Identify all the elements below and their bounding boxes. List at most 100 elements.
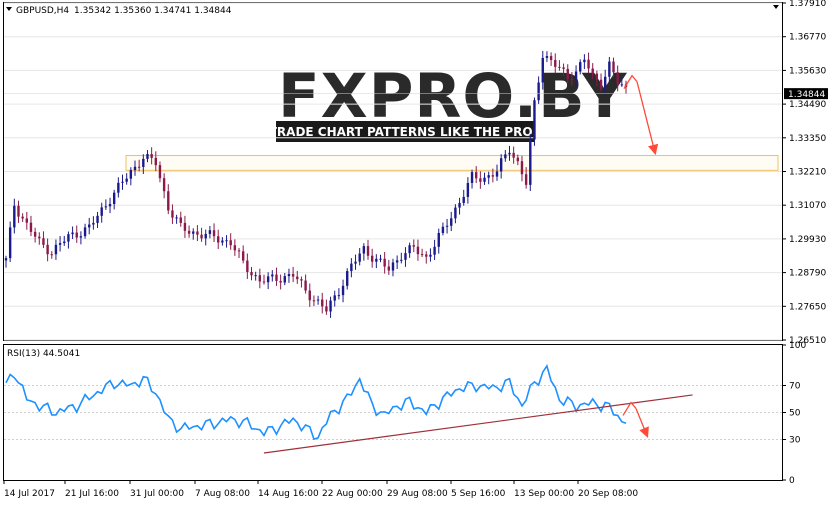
candle-body [470,172,474,183]
candle-body [250,272,253,276]
candle-body [425,254,428,257]
candle-body [516,157,520,162]
time-tick-label: 14 Aug 16:00 [258,489,319,499]
candle-body [21,216,24,219]
candle-body [408,245,411,254]
candle-body [591,68,594,74]
time-tick-label: 14 Jul 2017 [4,489,55,499]
rsi-tick-label: 0 [789,476,795,486]
candle-body [587,59,590,69]
candle-body [537,82,540,101]
chart-canvas[interactable]: FXPRO.BY TRADE CHART PATTERNS LIKE THE P… [0,0,829,504]
candle-body [121,181,124,183]
candle-body [271,274,274,277]
candle-body [400,259,403,261]
candle-body [146,153,149,159]
candle-body [562,67,565,69]
candle-body [25,218,29,223]
candle-body [483,177,486,182]
watermark-tagline: TRADE CHART PATTERNS LIKE THE PROS [269,125,542,139]
price-tick-label: 1.28790 [789,269,826,279]
candle-body [83,227,87,237]
candle-body [620,84,624,86]
chart-window: FXPRO.BY TRADE CHART PATTERNS LIKE THE P… [0,0,829,504]
candle-body [150,153,153,158]
candle-body [183,222,187,231]
candle-body [316,299,320,301]
candle-body [179,217,182,223]
candle-body [524,174,528,185]
time-tick-label: 5 Sep 16:00 [451,489,506,499]
candle-body [433,246,436,255]
candle-body [154,157,157,166]
candle-body [570,79,574,81]
candle-body [395,260,399,263]
candle-body [358,253,361,262]
rsi-tick-label: 50 [789,409,801,419]
candle-body [554,59,557,67]
rsi-tick-label: 30 [789,436,801,446]
candle-body [262,281,266,283]
candle-body [137,166,141,168]
candle-body [541,57,544,83]
candle-body [479,178,482,182]
price-tick-label: 1.37910 [789,0,826,9]
candle-body [29,222,33,232]
candle-body [79,236,83,238]
time-tick-label: 22 Aug 00:00 [322,489,383,499]
candle-body [92,222,95,225]
candle-body [162,178,166,192]
candle-body [133,166,137,171]
candle-body [204,233,207,239]
candle-body [612,61,615,73]
candle-body [296,276,299,280]
candle-body [54,244,58,255]
candle-body [487,175,490,178]
candle-body [346,271,349,286]
rsi-tick-label: 70 [789,382,801,392]
candle-body [337,295,341,297]
candle-body [46,244,49,255]
candle-body [462,196,465,203]
candle-body [420,254,424,256]
candle-body [192,231,195,234]
candle-body [441,226,445,233]
price-tick-label: 1.36770 [789,33,826,43]
price-tick-label: 1.27650 [789,302,826,312]
candle-body [520,161,524,175]
candle-body [387,266,391,271]
candle-body [508,152,511,155]
rsi-label: RSI(13) 44.5041 [7,349,80,359]
candle-body [229,240,232,246]
candle-body [125,178,128,182]
candle-body [558,66,561,68]
candle-body [529,139,532,185]
candle-body [142,158,145,167]
rsi-tick-label: 100 [789,341,806,351]
last-price-label: 1.34844 [788,90,825,100]
candle-body [566,68,569,80]
candle-body [200,234,203,239]
candle-body [175,217,178,219]
candle-body [450,218,453,226]
candle-body [466,182,470,197]
candle-body [350,263,353,272]
candle-body [321,299,324,307]
candle-body [291,274,295,277]
candle-body [491,175,495,177]
candle-body [187,230,191,234]
candle-body [504,154,507,159]
candle-body [112,192,116,204]
candle-body [33,231,37,237]
candle-body [283,276,286,283]
candle-body [499,158,503,172]
price-tick-label: 1.32210 [789,168,826,178]
candle-body [279,280,282,283]
candle-body [287,274,291,277]
candle-body [574,71,578,80]
candle-body [608,61,611,77]
candle-body [88,224,91,228]
candle-body [454,207,457,219]
candle-body [599,79,603,89]
ohlc-values: 1.35342 1.35360 1.34741 1.34844 [74,6,232,16]
